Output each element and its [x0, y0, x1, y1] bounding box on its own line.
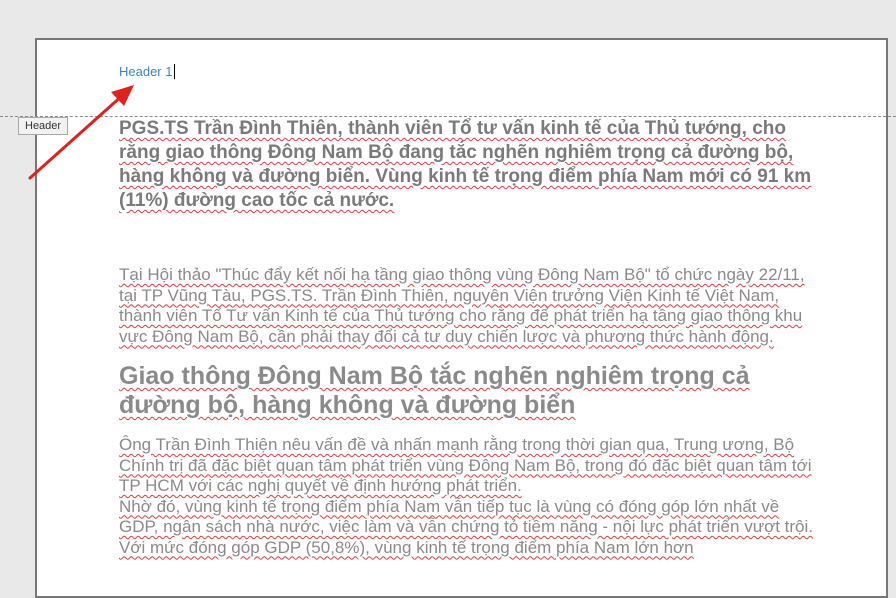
word-editor-canvas: Header 1 Header PGS.TS Trần Đình Thiên, …: [0, 0, 896, 598]
body-paragraph-2b: Nhờ đó, vùng kinh tế trọng điểm phía Nam…: [119, 496, 814, 557]
header-text-field[interactable]: Header 1: [119, 64, 176, 79]
document-body[interactable]: PGS.TS Trần Đình Thiên, thành viên Tổ tư…: [119, 117, 819, 558]
lead-paragraph: PGS.TS Trần Đình Thiên, thành viên Tổ tư…: [119, 118, 812, 211]
header-text: Header 1: [119, 64, 173, 79]
header-tag[interactable]: Header: [18, 117, 69, 135]
text-cursor: [174, 64, 176, 79]
body-paragraph-2a: Ông Trần Đình Thiện nêu vấn đề và nhấn m…: [119, 435, 812, 495]
section-heading: Giao thông Đông Nam Bộ tắc nghẽn nghiêm …: [119, 362, 750, 419]
body-paragraph-1: Tại Hội thảo "Thúc đẩy kết nối hạ tầng g…: [119, 265, 805, 346]
